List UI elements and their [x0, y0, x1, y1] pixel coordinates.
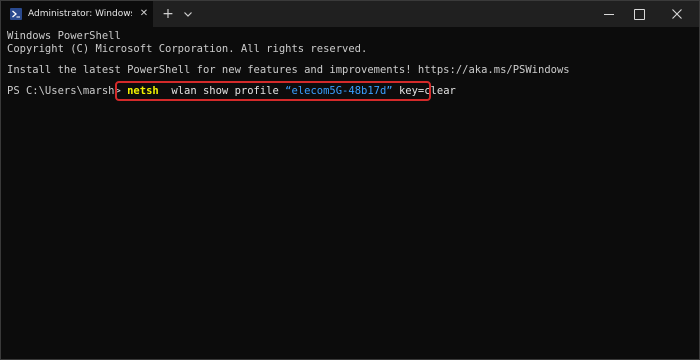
terminal-window: Administrator: Windows PowerS ✕ + Window… — [0, 0, 700, 360]
prompt: PS C:\Users\marsh> — [7, 85, 128, 97]
close-button[interactable] — [665, 5, 689, 23]
command-highlight-box — [115, 81, 431, 101]
dropdown-button[interactable] — [180, 5, 196, 23]
title-bar: Administrator: Windows PowerS ✕ + — [1, 1, 699, 27]
tab-title: Administrator: Windows PowerS — [28, 9, 132, 19]
output-line: Windows PowerShell — [7, 30, 121, 42]
new-tab-button[interactable]: + — [159, 5, 177, 23]
output-line: Copyright (C) Microsoft Corporation. All… — [7, 43, 368, 55]
maximize-button[interactable] — [627, 5, 651, 23]
tab-powershell[interactable]: Administrator: Windows PowerS ✕ — [1, 1, 153, 27]
minimize-icon — [604, 14, 614, 15]
chevron-down-icon — [184, 12, 192, 17]
output-line: Install the latest PowerShell for new fe… — [7, 64, 570, 76]
tab-close-icon[interactable]: ✕ — [137, 6, 151, 22]
terminal-output[interactable]: Windows PowerShell Copyright (C) Microso… — [7, 29, 695, 355]
minimize-button[interactable] — [597, 5, 621, 23]
close-icon — [672, 9, 682, 19]
powershell-icon — [10, 8, 22, 20]
maximize-icon — [634, 9, 645, 20]
